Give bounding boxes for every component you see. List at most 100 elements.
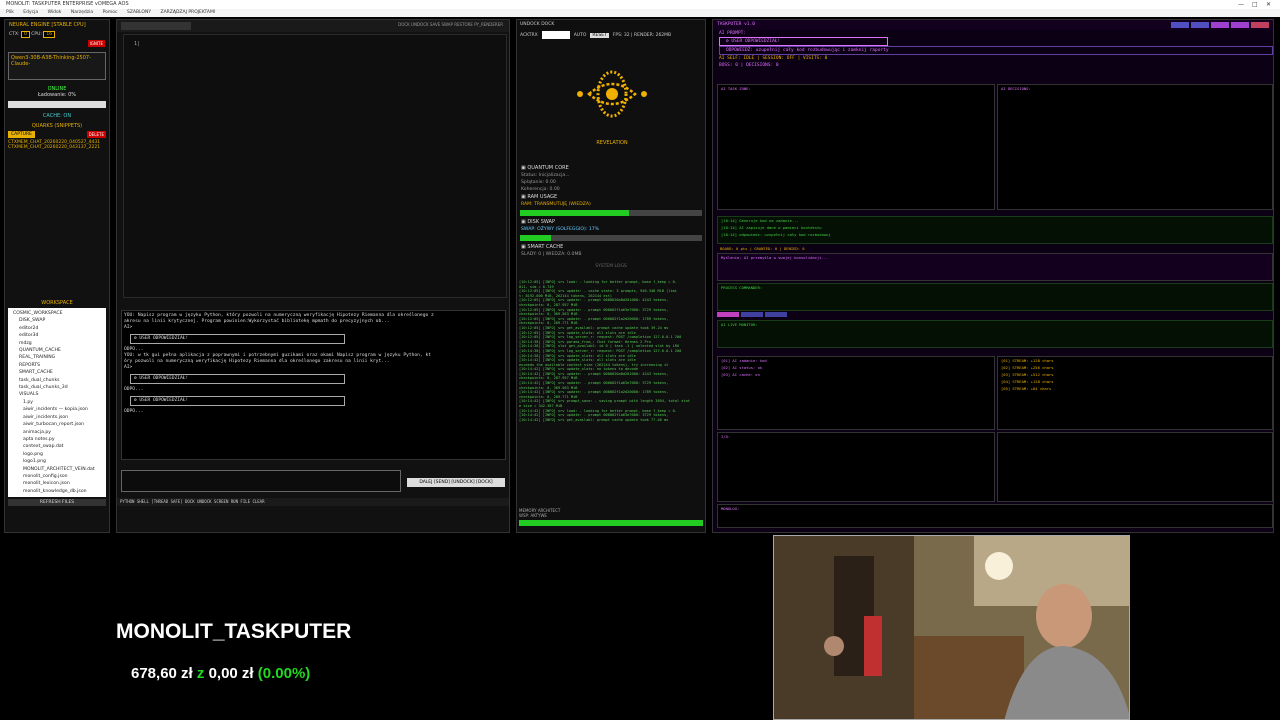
- tree-item[interactable]: DISK_SWAP: [11, 317, 103, 324]
- refresh-files-button[interactable]: REFRESH FILES: [8, 499, 106, 506]
- tree-item[interactable]: context_swap.dat: [11, 443, 103, 450]
- tree-item[interactable]: task_dual_chunks_3d: [11, 384, 103, 391]
- prompt-input[interactable]: [121, 470, 401, 492]
- tree-item[interactable]: mdzg: [11, 340, 103, 347]
- cpu-input[interactable]: 16: [43, 31, 56, 38]
- green-log: [10:14] Generuje kod na zadanie... [10:1…: [717, 216, 1273, 244]
- mode-buttons: [717, 312, 787, 317]
- code-editor[interactable]: 1|: [123, 34, 507, 298]
- tree-item[interactable]: logo1.png: [11, 458, 103, 465]
- tree-item[interactable]: COSMIC_WORKSPACE: [11, 310, 103, 317]
- tree-item[interactable]: SMART_CACHE: [11, 369, 103, 376]
- webcam-feed: [773, 535, 1130, 720]
- window-title: MONOLIT: TASKPUTER ENTERPRISE vOMEGA AOS: [6, 1, 129, 7]
- ignite-button[interactable]: IGNITE: [87, 40, 105, 47]
- send-button[interactable]: DALEJ [SEND] [UNDOCK] [DOCK]: [407, 478, 505, 487]
- model-select[interactable]: Qwen3-30B-A3B-Thinking-2507-Claude-: [8, 52, 106, 80]
- quantum-core-title: ▣ QUANTUM CORE: [521, 165, 569, 171]
- task-left-line: [03] AI cache: on: [721, 372, 760, 377]
- donation-goal: 678,60 zł z 0,00 zł (0.00%): [131, 665, 310, 682]
- task-line[interactable]: ODPOWIEDŹ: uzupełnij cały kod rozbudowuj…: [719, 46, 1273, 55]
- reset-button[interactable]: RESET: [590, 32, 609, 38]
- tree-item[interactable]: QUANTUM_CACHE: [11, 347, 103, 354]
- tree-item[interactable]: aiwir_incidents — kopia.json: [11, 406, 103, 413]
- ai-monitor-label: AI LIVE MONITOR:: [721, 322, 758, 327]
- tree-item[interactable]: aiwir_incidents.json: [11, 414, 103, 421]
- menu-item[interactable]: Pomoc: [103, 10, 118, 15]
- act-input[interactable]: [541, 31, 570, 39]
- green-log-line: [10:14] AI zapisuje dane w pamięci konte…: [721, 225, 822, 230]
- toolbar-pill[interactable]: [1231, 22, 1249, 28]
- answer-box: ⚙ USER ODPOWIEDZIAŁ!: [130, 334, 345, 344]
- tree-item[interactable]: task_dual_chunks: [11, 377, 103, 384]
- tree-item[interactable]: logo.png: [11, 451, 103, 458]
- board-line: BOARD: 0 pts | GRANTED: 0 | DENIED: 0: [720, 246, 805, 251]
- tree-item[interactable]: MONOLIT_ARCHITECT_VEIN.dat: [11, 466, 103, 473]
- thinking-line: Myślenie: AI przemyśla w swojej konsolid…: [721, 255, 829, 260]
- tree-item[interactable]: REPORTS: [11, 362, 103, 369]
- tree-item[interactable]: monolit_config.json: [11, 473, 103, 480]
- toolbar-pill[interactable]: [1171, 22, 1189, 28]
- disk-sub: SWAP: OŻYWY (SOLFEGGIO): 17%: [521, 227, 600, 232]
- tree-item[interactable]: aiwir_turbocan_report.json: [11, 421, 103, 428]
- menu-item[interactable]: Widok: [48, 10, 62, 15]
- tree-item[interactable]: 1.py: [11, 399, 103, 406]
- chat-history: YOU: Napisz program w języku Python, któ…: [121, 310, 506, 460]
- mode-button[interactable]: [717, 312, 739, 317]
- mode-button[interactable]: [765, 312, 787, 317]
- toolbar-pill[interactable]: [1251, 22, 1269, 28]
- editor-tab[interactable]: [121, 22, 191, 30]
- task-zone: AI TASK ZONE:: [717, 84, 995, 210]
- process-label: PROCESS COMMANDER:: [721, 285, 763, 290]
- python-shell-bar[interactable]: PYTHON SHELL [THREAD SAFE] DOCK UNDOCK S…: [117, 498, 509, 506]
- tree-item[interactable]: VISUALS: [11, 391, 103, 398]
- editor-toolbar[interactable]: DOCK UNDOCK SAVE SWAP RESTORE PY_RENDERE…: [398, 22, 503, 27]
- system-log: [10:12:05] [INFO] srv load: - looking fo…: [519, 280, 699, 506]
- auto-toggle[interactable]: AUTO: [574, 33, 587, 38]
- window-titlebar: MONOLIT: TASKPUTER ENTERPRISE vOMEGA AOS…: [0, 0, 1280, 9]
- line-number: 1|: [134, 41, 141, 47]
- menu-item[interactable]: Narzędzia: [71, 10, 93, 15]
- capture-button[interactable]: CAPTURE: [8, 131, 35, 138]
- menu-item[interactable]: Plik: [6, 10, 14, 15]
- log-line: [10:14:42] [INFO] srv get_availabl: prom…: [519, 417, 669, 422]
- answer-box: ⚙ USER ODPOWIEDZIAŁ!: [130, 374, 345, 384]
- tree-item[interactable]: monolit_knowledge_db.json: [11, 488, 103, 495]
- ai-prompt-label: AI PROMPT:: [719, 31, 747, 36]
- tree-item[interactable]: animacja.py: [11, 429, 103, 436]
- editor-panel: DOCK UNDOCK SAVE SWAP RESTORE PY_RENDERE…: [116, 19, 510, 533]
- ai-monitor-box: AI LIVE MONITOR:: [717, 320, 1273, 348]
- stream-line: [05] STREAM: +64 chars: [1001, 386, 1052, 391]
- minimize-icon[interactable]: —: [1238, 0, 1244, 9]
- toolbar-pill[interactable]: [1211, 22, 1229, 28]
- maximize-icon[interactable]: □: [1252, 0, 1258, 9]
- answer-sub: ODPO...: [124, 409, 144, 414]
- smart-cache-sub: ŚLADY: 0 | WIEDZA: 0.0MB: [521, 252, 582, 257]
- tree-item[interactable]: monolit_lexicon.json: [11, 480, 103, 487]
- tree-item[interactable]: editor3d: [11, 332, 103, 339]
- toolbar-pill[interactable]: [1191, 22, 1209, 28]
- tree-item[interactable]: apta notes.py: [11, 436, 103, 443]
- snippet-item[interactable]: CTXMEM_CHAT_20260220_043137_2221: [5, 145, 109, 150]
- mode-button[interactable]: [741, 312, 763, 317]
- workspace-tree[interactable]: COSMIC_WORKSPACE DISK_SWAP editor2d editor3…: [8, 308, 106, 497]
- quantum-coherence: Koherencja: 0.00: [521, 187, 560, 192]
- menu-item[interactable]: ZARZĄDZAJ PROJEKTAMI: [161, 10, 216, 15]
- stream-line: [04] STREAM: +128 chars: [1001, 379, 1054, 384]
- task-left-line: [01] AI zadanie: kod: [721, 358, 767, 363]
- close-icon[interactable]: ✕: [1266, 0, 1271, 9]
- taskputer-panel: TASKPUTER v1.0 AI PROMPT: ⚙ USER ODPOWIE…: [712, 19, 1274, 533]
- engine-title: NEURAL ENGINE [STABLE CPU]: [9, 22, 86, 28]
- ctx-input[interactable]: 0: [20, 31, 30, 38]
- dock-buttons[interactable]: UNDOCK DOCK: [517, 20, 705, 29]
- decision-zone: AI DECISIONS:: [997, 84, 1273, 210]
- memory-bar: [519, 520, 703, 526]
- revelation-label: REVELATION: [596, 140, 628, 146]
- loading-text: Ładowanie: 0%: [37, 92, 77, 98]
- menu-item[interactable]: Edycja: [23, 10, 38, 15]
- tree-item[interactable]: editor2d: [11, 325, 103, 332]
- cache-status: CACHE: ON: [42, 113, 72, 119]
- tree-item[interactable]: REAL_TRAINING: [11, 354, 103, 361]
- menu-item[interactable]: SZABLONY: [127, 10, 151, 15]
- delete-button[interactable]: DELETE: [86, 131, 106, 138]
